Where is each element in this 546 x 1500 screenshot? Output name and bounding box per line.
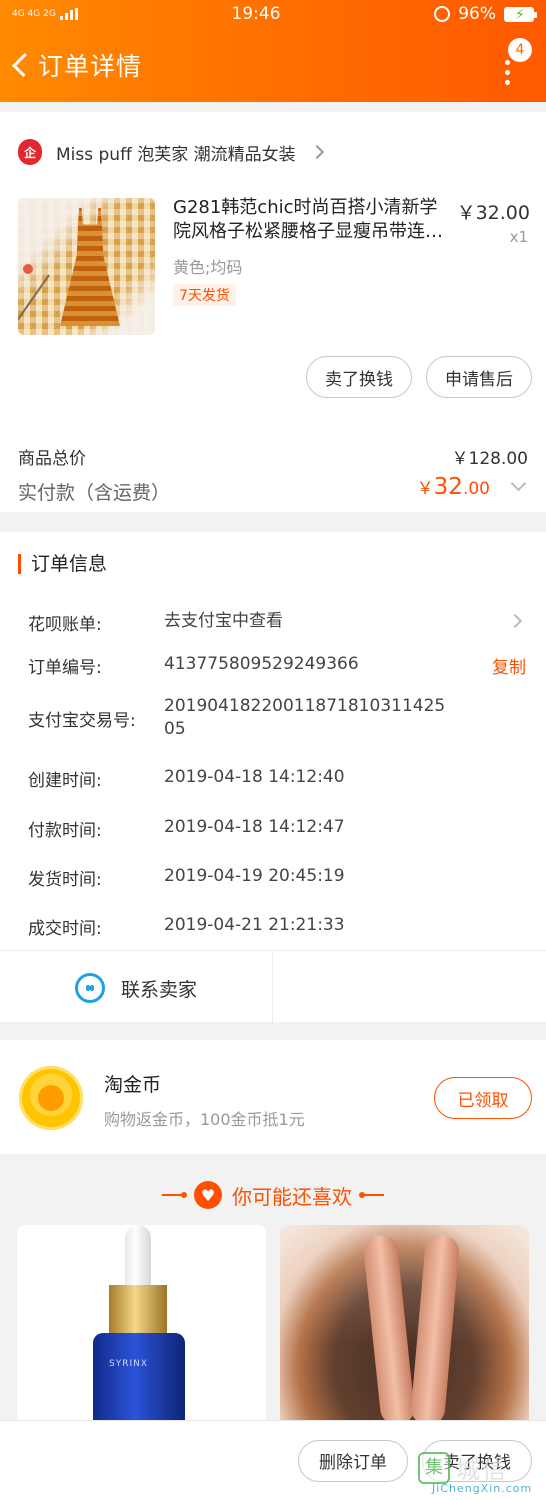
info-value: 2019-04-18 14:12:47 [164, 817, 345, 837]
shipping-tag: 7天发货 [173, 284, 236, 306]
info-label: 花呗账单: [28, 615, 102, 635]
paid-label: 实付款（含运费） [18, 482, 171, 504]
site-watermark: 集 城信 JiChengXin.com [418, 1448, 542, 1496]
info-value: 2019041822001187181031142505 [164, 696, 446, 739]
resell-button[interactable]: 卖了换钱 [306, 356, 412, 398]
product-title: G281韩范chic时尚百搭小清新学院风格子松紧腰格子显瘦吊带连衣裙 [173, 197, 443, 242]
serum-bottle-image: SYRINX [89, 1225, 189, 1425]
watermark-text: 城信 [456, 1456, 508, 1484]
chevron-down-icon[interactable] [510, 475, 527, 492]
info-label: 付款时间: [28, 821, 102, 841]
watermark-url: JiChengXin.com [432, 1482, 533, 1495]
delete-order-button[interactable]: 删除订单 [298, 1439, 408, 1482]
recommend-header: ♥ 你可能还喜欢 [0, 1170, 546, 1220]
product-thumbnail[interactable] [18, 198, 155, 335]
recommend-item[interactable] [280, 1225, 529, 1425]
contact-bar: 联系卖家 [0, 950, 546, 1026]
network-label: 4G 4G 2G [12, 9, 56, 19]
chevron-right-icon [507, 613, 523, 629]
battery-percent: 96% [458, 4, 496, 24]
order-info-title: 订单信息 [18, 554, 107, 574]
order-info-card: 订单信息 花呗账单: 去支付宝中查看 订单编号: 413775809529249… [0, 532, 546, 1026]
gold-coin-icon [19, 1066, 83, 1130]
product-item[interactable]: G281韩范chic时尚百搭小清新学院风格子松紧腰格子显瘦吊带连衣裙 ￥32.0… [0, 192, 546, 342]
product-actions: 卖了换钱 申请售后 [0, 342, 546, 412]
recommend-item[interactable]: SYRINX [17, 1225, 266, 1425]
back-icon[interactable] [8, 45, 37, 85]
contact-seller-label: 联系卖家 [120, 978, 197, 1001]
price-summary: 商品总价 ￥128.00 实付款（含运费） ￥32.00 [0, 412, 546, 512]
divider-right [359, 1192, 384, 1198]
chat-icon [74, 973, 105, 1003]
watermark-logo: 集 [418, 1452, 450, 1484]
product-quantity: x1 [509, 228, 528, 246]
alarm-icon [434, 6, 451, 22]
signal-icon [59, 8, 78, 20]
shop-logo-icon: 企 [18, 139, 42, 165]
app-header: 4G 4G 2G 19:46 96% ⚡ 订单详情 4 [0, 0, 546, 102]
product-sku: 黄色;均码 [173, 258, 243, 277]
recommend-title: 你可能还喜欢 [232, 1184, 352, 1209]
info-value: 2019-04-19 20:45:19 [164, 866, 345, 886]
info-label: 成交时间: [28, 919, 102, 939]
info-value: 2019-04-18 14:12:40 [164, 767, 345, 787]
info-value: 去支付宝中查看 [164, 611, 283, 631]
more-menu-button[interactable]: 4 [484, 38, 532, 88]
heart-icon: ♥ [194, 1181, 222, 1209]
after-sale-button[interactable]: 申请售后 [426, 356, 532, 398]
status-bar: 4G 4G 2G 19:46 96% ⚡ [0, 0, 546, 28]
title-bar: 订单详情 4 [0, 28, 546, 102]
info-label: 订单编号: [28, 658, 102, 678]
goods-total-label: 商品总价 [18, 449, 86, 469]
product-price: ￥32.00 [456, 202, 530, 224]
shop-name: Miss puff 泡芙家 潮流精品女装 [56, 144, 296, 165]
info-value: 2019-04-21 21:21:33 [164, 915, 345, 935]
page-title: 订单详情 [38, 52, 143, 81]
message-badge: 4 [508, 38, 532, 62]
status-right: 96% ⚡ [434, 4, 537, 24]
info-value: 413775809529249366 [164, 654, 359, 674]
paid-amount: ￥32.00 [416, 474, 490, 500]
divider-left [162, 1192, 187, 1198]
more-dots-icon [505, 60, 510, 85]
contact-seller-button[interactable]: 联系卖家 [0, 950, 273, 1026]
coins-title: 淘金币 [104, 1074, 162, 1096]
info-label: 支付宝交易号: [28, 711, 136, 731]
order-card: 企 Miss puff 泡芙家 潮流精品女装 G281韩范chic时尚百搭小清新… [0, 112, 546, 512]
chevron-right-icon [309, 144, 324, 160]
battery-icon: ⚡ [504, 6, 537, 23]
brand-label: SYRINX [109, 1359, 149, 1369]
clock: 19:46 [231, 4, 281, 24]
coins-claimed-button[interactable]: 已领取 [434, 1077, 532, 1119]
info-label: 发货时间: [28, 870, 102, 890]
coins-subtitle: 购物返金币，100金币抵1元 [104, 1110, 305, 1129]
copy-button[interactable]: 复制 [492, 653, 526, 678]
goods-total-value: ￥128.00 [451, 449, 528, 469]
network-indicator: 4G 4G 2G [12, 8, 78, 20]
info-label: 创建时间: [28, 771, 102, 791]
shop-row[interactable]: 企 Miss puff 泡芙家 潮流精品女装 [0, 112, 546, 192]
taobao-coins-card: 淘金币 购物返金币，100金币抵1元 已领取 [0, 1040, 546, 1154]
